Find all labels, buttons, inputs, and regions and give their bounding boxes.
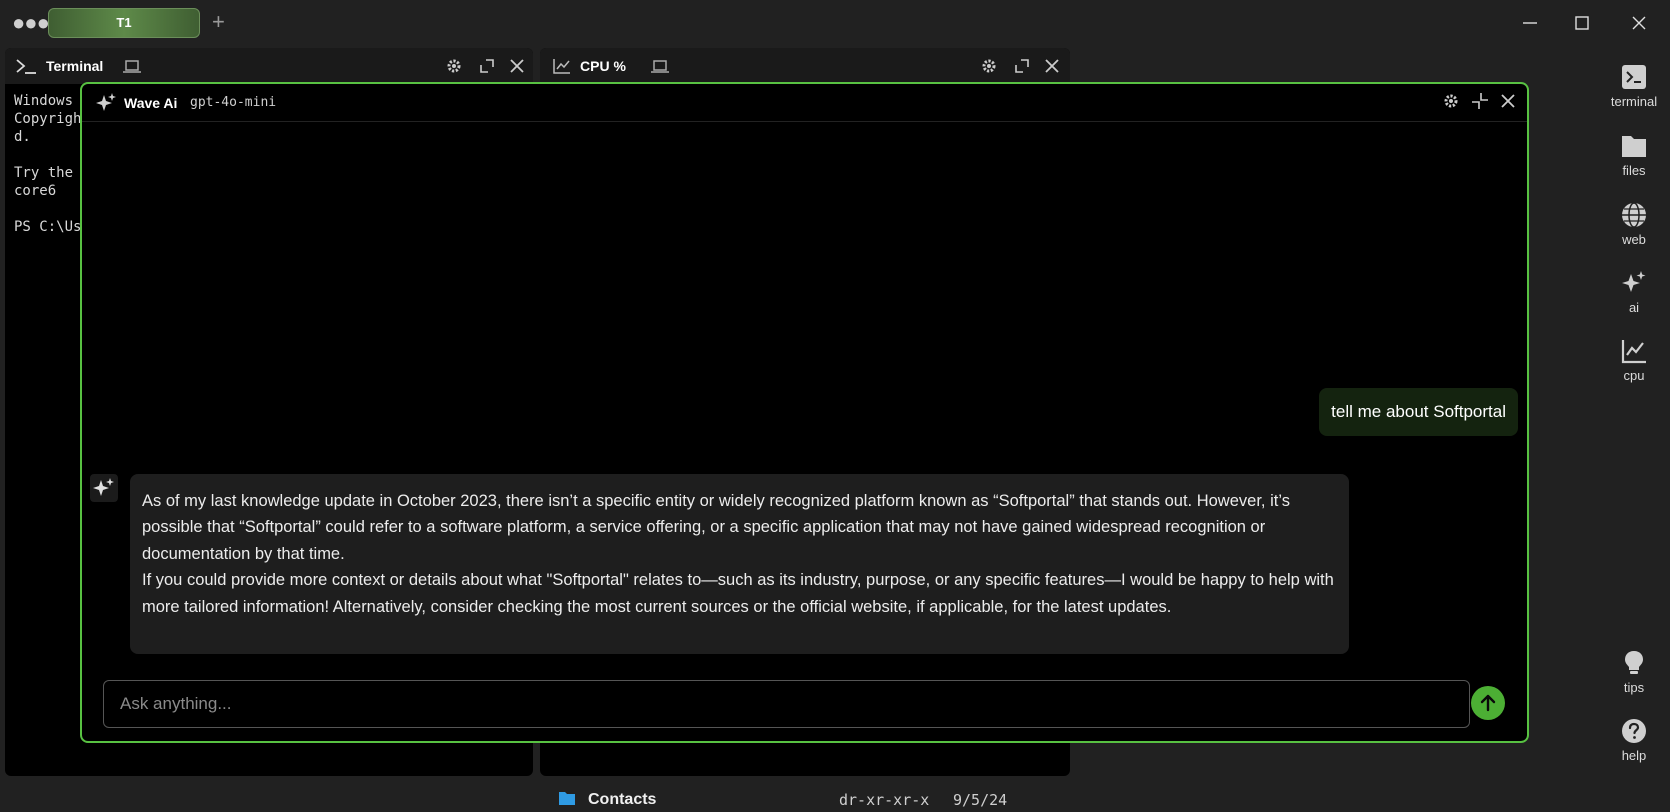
chart-line-icon	[552, 57, 572, 75]
sidebar-item-cpu[interactable]: cpu	[1598, 328, 1670, 388]
assistant-paragraph: As of my last knowledge update in Octobe…	[142, 492, 1290, 563]
collapse-icon[interactable]	[1470, 91, 1490, 111]
model-name[interactable]: gpt-4o-mini	[190, 95, 276, 110]
add-tab-button[interactable]: +	[212, 11, 225, 33]
settings-icon[interactable]	[445, 57, 465, 75]
sidebar-item-tips[interactable]: tips	[1598, 640, 1670, 700]
cpu-pane-header: CPU %	[540, 48, 1070, 84]
tab-t1[interactable]: T1	[48, 8, 200, 38]
wave-ai-panel: Wave Ai gpt-4o-mini tell me about Softpo…	[80, 82, 1529, 743]
assistant-paragraph: If you could provide more context or det…	[142, 571, 1334, 616]
lightbulb-icon	[1621, 650, 1647, 676]
sidebar-item-terminal[interactable]: terminal	[1598, 54, 1670, 114]
sidebar-item-label: files	[1622, 163, 1646, 178]
maximize-icon[interactable]	[1569, 10, 1595, 36]
sidebar-item-label: tips	[1623, 680, 1645, 695]
close-icon[interactable]	[1499, 92, 1517, 110]
terminal-output[interactable]: Windows Copyrigh d. Try the core6 PS C:\…	[14, 92, 81, 236]
laptop-icon[interactable]	[650, 57, 670, 75]
expand-icon[interactable]	[1013, 57, 1033, 75]
file-permissions: dr-xr-xr-x	[839, 791, 930, 809]
terminal-prompt-icon	[15, 57, 36, 75]
globe-icon	[1621, 202, 1647, 228]
sidebar-item-web[interactable]: web	[1598, 192, 1670, 252]
user-message: tell me about Softportal	[1319, 388, 1518, 436]
close-window-icon[interactable]	[1626, 10, 1652, 36]
wave-ai-header: Wave Ai gpt-4o-mini	[82, 84, 1527, 122]
expand-icon[interactable]	[478, 57, 498, 75]
terminal-pane-header: Terminal	[5, 48, 533, 84]
sidebar-item-ai[interactable]: ai	[1598, 260, 1670, 320]
sidebar-item-help[interactable]: help	[1598, 708, 1670, 768]
cpu-pane-title: CPU %	[580, 58, 626, 74]
close-icon[interactable]	[508, 57, 528, 75]
send-button[interactable]	[1471, 686, 1505, 720]
settings-icon[interactable]	[980, 57, 1000, 75]
ask-input[interactable]	[103, 680, 1470, 728]
file-row-contacts[interactable]: Contacts dr-xr-xr-x 9/5/24	[558, 788, 1058, 812]
file-name: Contacts	[588, 791, 657, 808]
title-bar: ●●● T1 +	[0, 0, 1670, 46]
arrow-up-icon	[1480, 694, 1496, 712]
right-sidebar: terminal files web ai cpu tips help	[1598, 46, 1670, 780]
chart-line-icon	[1621, 338, 1647, 364]
sidebar-item-label: web	[1622, 232, 1646, 247]
ai-avatar-sparkles-icon	[90, 474, 118, 502]
laptop-icon[interactable]	[122, 57, 142, 75]
app-menu-icon[interactable]: ●●●	[12, 12, 50, 34]
terminal-pane-title: Terminal	[46, 58, 104, 74]
settings-icon[interactable]	[1442, 92, 1460, 110]
sidebar-item-label: help	[1621, 748, 1647, 763]
sparkles-icon	[95, 92, 117, 114]
sparkles-icon	[1621, 270, 1647, 296]
sidebar-item-label: ai	[1628, 300, 1640, 315]
sidebar-item-label: terminal	[1610, 94, 1658, 109]
file-date: 9/5/24	[953, 791, 1008, 809]
sidebar-item-label: cpu	[1623, 368, 1645, 383]
help-circle-icon	[1621, 718, 1647, 744]
folder-icon	[1621, 133, 1647, 159]
sidebar-item-files[interactable]: files	[1598, 123, 1670, 183]
assistant-message: As of my last knowledge update in Octobe…	[130, 474, 1349, 654]
close-icon[interactable]	[1043, 57, 1063, 75]
minimize-icon[interactable]	[1517, 10, 1543, 36]
wave-ai-title: Wave Ai	[124, 95, 178, 111]
terminal-icon	[1621, 64, 1647, 90]
folder-icon	[558, 790, 576, 806]
